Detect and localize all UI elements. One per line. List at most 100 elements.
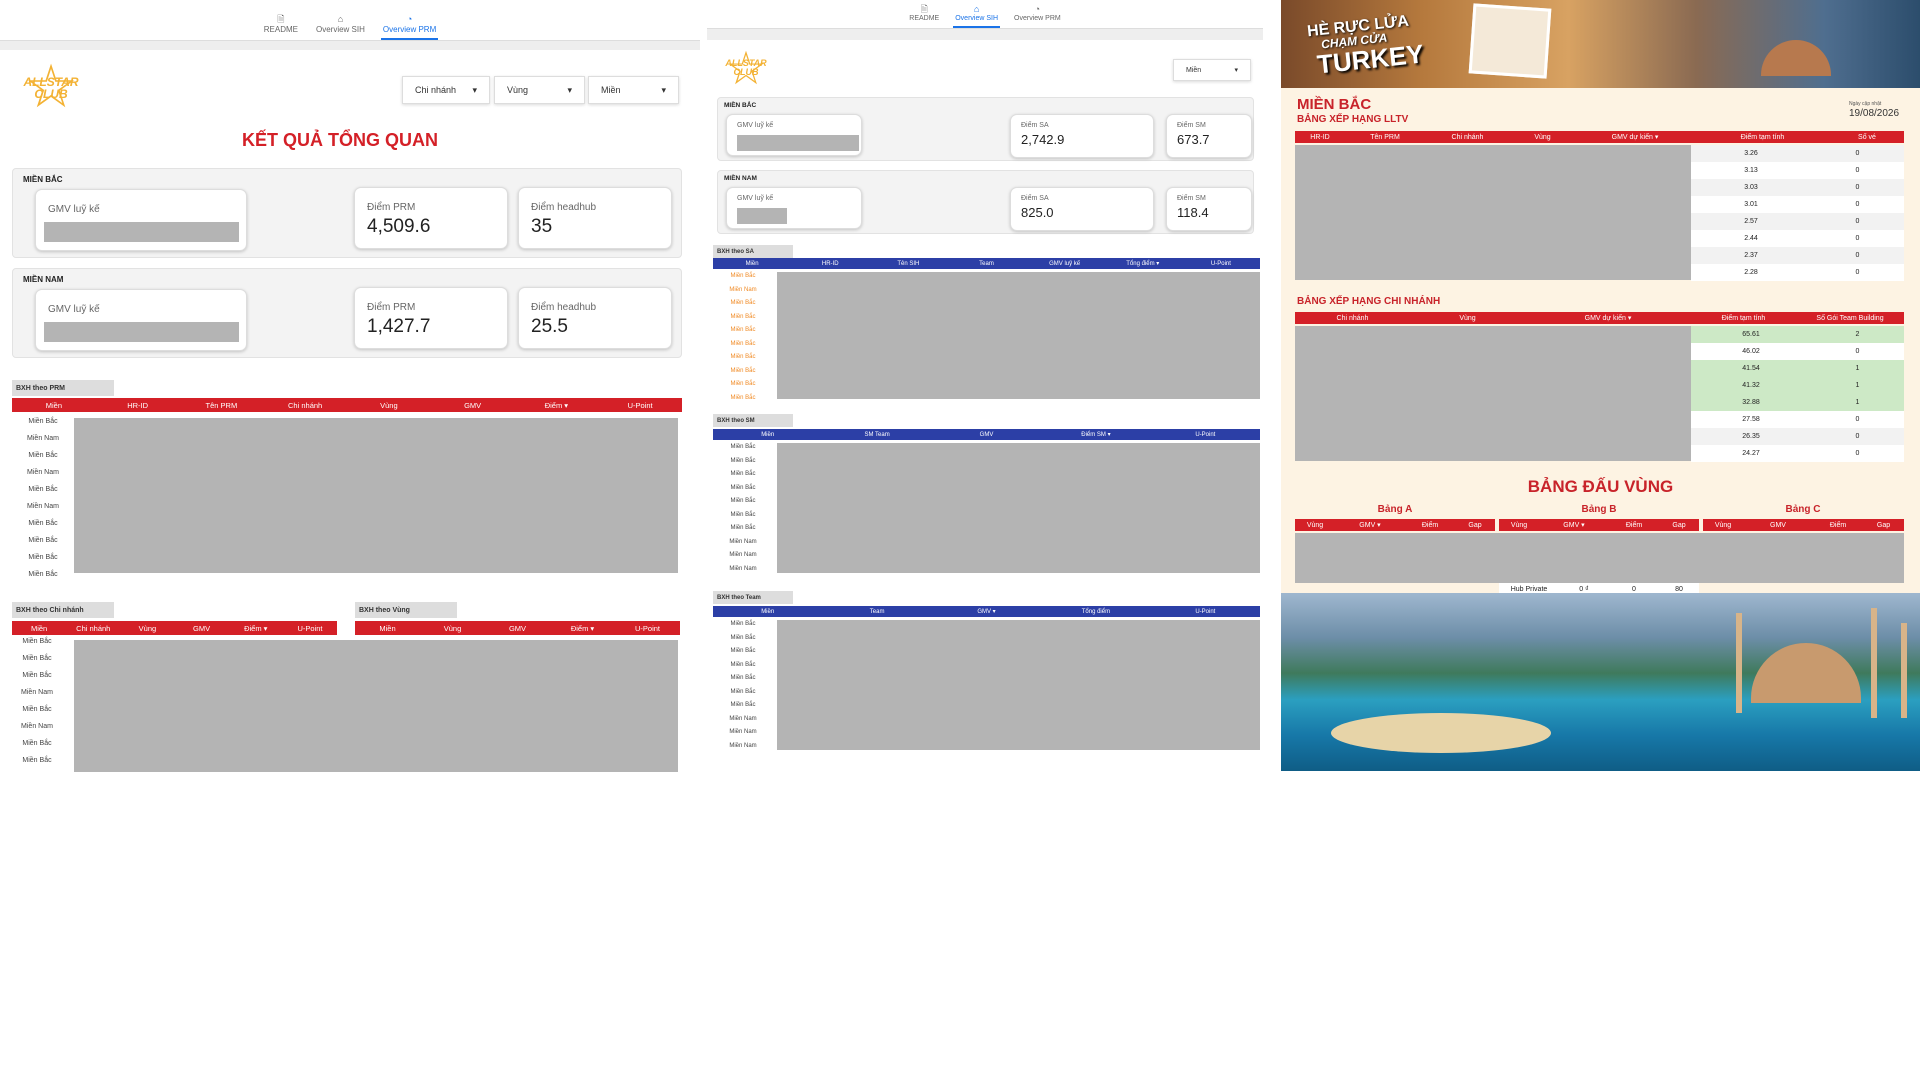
column-header[interactable]: Vùng xyxy=(120,624,174,633)
redacted-value xyxy=(44,222,239,242)
table-row-region: Miền Bắc xyxy=(22,706,52,713)
column-header[interactable]: Miền xyxy=(713,432,822,438)
column-header[interactable]: Gap xyxy=(1863,522,1904,529)
column-header[interactable]: GMV xyxy=(175,624,229,633)
column-header[interactable]: GMV dự kiến ▾ xyxy=(1575,133,1695,141)
column-header[interactable]: HR-ID xyxy=(1295,134,1345,141)
table-row-region: Miền Bắc xyxy=(730,702,756,708)
branch-filter[interactable]: Chi nhánh ▾ xyxy=(402,76,490,104)
column-header[interactable]: Tên PRM xyxy=(180,401,264,410)
tab-overview-prm[interactable]: ◔ Overview PRM xyxy=(380,14,439,40)
tab-overview-sih[interactable]: ⌂ Overview SIH xyxy=(314,14,367,40)
column-header[interactable]: Điểm tạm tính xyxy=(1691,315,1796,322)
beach-decoration xyxy=(1331,713,1551,753)
column-header[interactable]: Điểm ▾ xyxy=(515,401,599,410)
tab-readme[interactable]: 🗎 README xyxy=(907,4,941,28)
istanbul-coast-image xyxy=(1281,593,1920,771)
group-a-title: Bảng A xyxy=(1377,504,1413,515)
column-header[interactable]: GMV xyxy=(431,401,515,410)
column-header[interactable]: Vùng xyxy=(1510,134,1575,141)
table-row-region: Miền Bắc xyxy=(22,757,52,764)
column-header[interactable]: Vùng xyxy=(1703,522,1743,529)
table-row: 2.28 0 xyxy=(1691,264,1904,281)
column-header[interactable]: U-Point xyxy=(1151,609,1260,615)
column-header[interactable]: U-Point xyxy=(1151,432,1260,438)
column-header[interactable]: GMV ▾ xyxy=(932,608,1041,615)
table-row: 2.37 0 xyxy=(1691,247,1904,264)
column-header[interactable]: GMV xyxy=(485,624,550,633)
column-header[interactable]: HR-ID xyxy=(791,261,869,267)
tab-overview-prm[interactable]: ◔ Overview PRM xyxy=(1012,4,1063,28)
column-header[interactable]: Chi nhánh xyxy=(1295,315,1410,322)
table-row-region: Miền Bắc xyxy=(28,571,58,578)
column-header[interactable]: Điểm xyxy=(1609,522,1659,529)
column-header[interactable]: GMV ▾ xyxy=(1539,521,1609,529)
column-header[interactable]: Tên SIH xyxy=(869,261,947,267)
table-row-region: Miền Bắc xyxy=(730,381,756,387)
column-header[interactable]: Gap xyxy=(1455,522,1495,529)
column-header[interactable]: Số Gói Team Building xyxy=(1796,315,1904,322)
table-row: 3.26 0 xyxy=(1691,145,1904,162)
column-header[interactable]: Vùng xyxy=(420,624,485,633)
zone-table-title: BXH theo Vùng xyxy=(355,602,457,618)
region-filter[interactable]: Miền ▾ xyxy=(588,76,679,104)
column-header[interactable]: Gap xyxy=(1659,522,1699,529)
table-row: 3.13 0 xyxy=(1691,162,1904,179)
column-header[interactable]: Tên PRM xyxy=(1345,134,1425,141)
column-header[interactable]: Miền xyxy=(12,401,96,410)
minaret-decoration xyxy=(1736,613,1742,713)
region-filter[interactable]: Miền ▾ xyxy=(1173,59,1251,81)
gmv-card: GMV luỹ kế xyxy=(726,187,862,229)
table-row-region: Miền Bắc xyxy=(730,327,756,333)
column-header[interactable]: GMV xyxy=(932,432,1041,438)
column-header[interactable]: Vùng xyxy=(1295,522,1335,529)
column-header[interactable]: Điểm ▾ xyxy=(550,624,615,633)
table-row-region: Miền Nam xyxy=(729,565,757,572)
column-header[interactable]: Chi nhánh xyxy=(1425,134,1510,141)
table-row-region: Miền Bắc xyxy=(730,354,756,360)
column-header[interactable]: U-Point xyxy=(1182,261,1260,267)
column-header[interactable]: Điểm SM ▾ xyxy=(1041,431,1150,438)
table-row-region: Miền Bắc xyxy=(730,648,756,654)
column-header[interactable]: Miền xyxy=(713,609,822,615)
column-header[interactable]: Điểm xyxy=(1405,522,1455,529)
column-header[interactable]: SM Team xyxy=(822,432,931,438)
column-header[interactable]: Số vé xyxy=(1830,134,1904,141)
column-header[interactable]: Chi nhánh xyxy=(263,401,347,410)
column-header[interactable]: U-Point xyxy=(615,624,680,633)
sa-score-card: Điểm SA 825.0 xyxy=(1010,187,1154,231)
column-header[interactable]: Điểm tạm tính xyxy=(1695,134,1830,141)
column-header[interactable]: Team xyxy=(822,609,931,615)
table-row-region: Miền Bắc xyxy=(28,520,58,527)
table-row: 24.27 0 xyxy=(1691,445,1904,462)
column-header[interactable]: Chi nhánh xyxy=(66,624,120,633)
column-header[interactable]: Điểm ▾ xyxy=(229,624,283,633)
column-header[interactable]: GMV ▾ xyxy=(1335,521,1405,529)
zone-filter[interactable]: Vùng ▾ xyxy=(494,76,585,104)
column-header[interactable]: Vùng xyxy=(1410,315,1525,322)
column-header[interactable]: U-Point xyxy=(283,624,337,633)
redacted-value xyxy=(737,208,787,224)
lltv-table-rows: 3.26 0 3.13 0 3.03 0 3.01 0 2.57 0 2.44 0 2.37 0 2.28 0 xyxy=(1691,145,1904,281)
column-header[interactable]: HR-ID xyxy=(96,401,180,410)
column-header[interactable]: Tổng điểm ▾ xyxy=(1104,260,1182,267)
headhub-score-card: Điểm headhub 25.5 xyxy=(518,287,672,349)
prm-score-card: Điểm PRM 1,427.7 xyxy=(354,287,508,349)
column-header[interactable]: Miền xyxy=(355,624,420,633)
group-b-title: Bảng B xyxy=(1581,504,1617,515)
toolbar-divider xyxy=(707,28,1263,40)
column-header[interactable]: Vùng xyxy=(1499,522,1539,529)
column-header[interactable]: Miền xyxy=(713,261,791,267)
column-header[interactable]: GMV dự kiến ▾ xyxy=(1525,314,1691,322)
redacted-value xyxy=(44,322,239,342)
column-header[interactable]: GMV luỹ kế xyxy=(1026,261,1104,267)
column-header[interactable]: Tổng điểm xyxy=(1041,609,1150,615)
column-header[interactable]: U-Point xyxy=(598,401,682,410)
column-header[interactable]: Miền xyxy=(12,624,66,633)
tab-readme[interactable]: 🗎 README xyxy=(262,14,300,40)
column-header[interactable]: Điểm xyxy=(1813,522,1863,529)
tab-overview-sih[interactable]: ⌂ Overview SIH xyxy=(953,4,1001,28)
column-header[interactable]: GMV xyxy=(1743,522,1813,529)
column-header[interactable]: Team xyxy=(947,261,1025,267)
column-header[interactable]: Vùng xyxy=(347,401,431,410)
